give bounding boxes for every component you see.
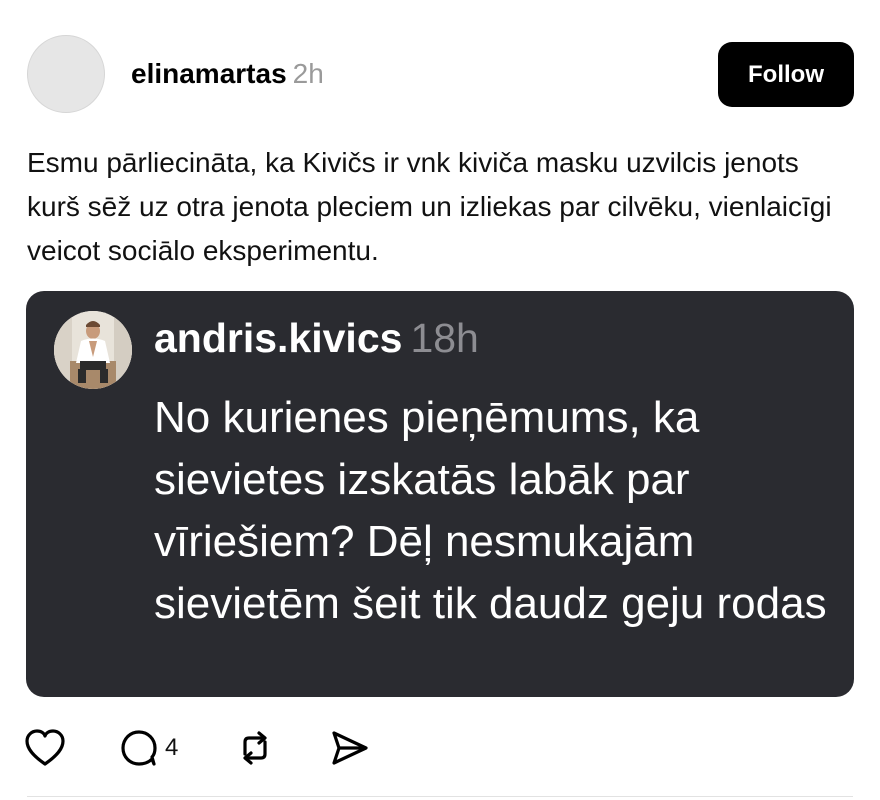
quoted-text: No kurienes pieņēmums, ka sievietes izsk… — [154, 393, 827, 628]
heart-icon — [25, 729, 65, 766]
comment-button[interactable]: 4 — [119, 728, 178, 768]
quoted-author-avatar — [54, 311, 132, 389]
post-text: Esmu pārliecināta, ka Kivičs ir vnk kivi… — [27, 147, 832, 266]
share-button[interactable] — [328, 728, 370, 768]
post-header: elinamartas 2h — [131, 58, 324, 90]
comment-count: 4 — [165, 734, 179, 761]
send-icon — [332, 731, 368, 765]
author-username[interactable]: elinamartas — [131, 58, 287, 89]
quoted-post-card[interactable]: andris.kivics 18h No kurienes pieņēmums, … — [26, 291, 854, 697]
quoted-header: andris.kivics 18h — [154, 315, 479, 362]
post-divider — [27, 796, 853, 797]
quoted-time: 18h — [410, 315, 479, 361]
quoted-username[interactable]: andris.kivics — [154, 315, 402, 361]
post-time: 2h — [292, 58, 324, 89]
like-button[interactable] — [24, 728, 66, 768]
repost-icon — [243, 731, 267, 765]
follow-button[interactable]: Follow — [718, 42, 854, 107]
repost-button[interactable] — [234, 728, 276, 768]
person-photo-icon — [54, 311, 132, 389]
author-avatar[interactable] — [27, 35, 105, 113]
comment-icon — [121, 730, 157, 766]
